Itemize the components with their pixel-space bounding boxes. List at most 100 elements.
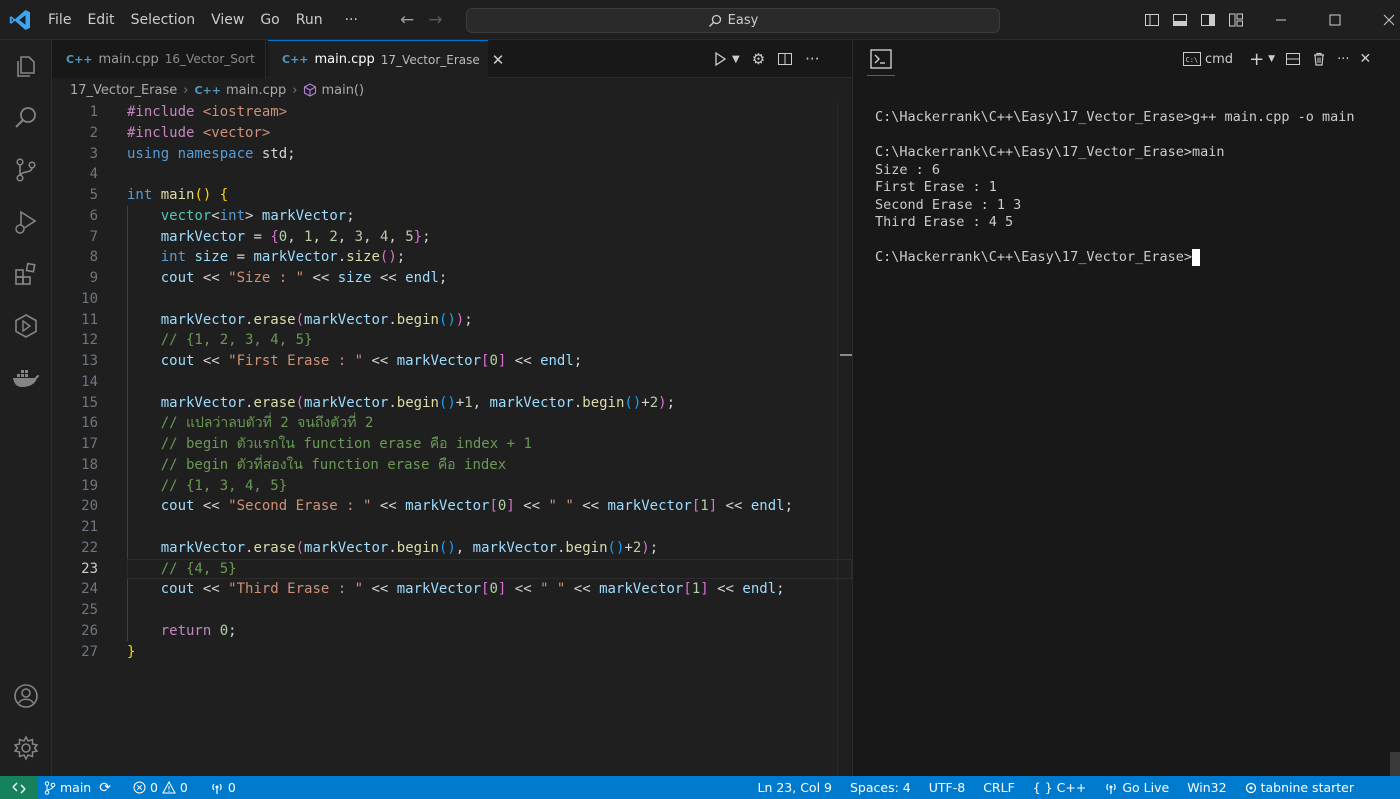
code-line[interactable]: } bbox=[127, 642, 837, 663]
code-line[interactable]: return 0; bbox=[127, 621, 837, 642]
code-line[interactable] bbox=[127, 164, 837, 185]
terminal-icon[interactable] bbox=[869, 47, 893, 71]
minimize-icon[interactable] bbox=[1254, 0, 1308, 40]
accounts-icon[interactable] bbox=[0, 672, 52, 720]
run-debug-icon[interactable] bbox=[0, 198, 52, 246]
terminal-line-text: C:\Hackerrank\C++\Easy\17_Vector_Erase> bbox=[875, 249, 1192, 265]
run-file-icon[interactable] bbox=[712, 51, 728, 67]
code-line[interactable]: // {4, 5} bbox=[127, 558, 852, 580]
menu-edit[interactable]: Edit bbox=[79, 0, 122, 40]
new-terminal-plus-icon[interactable]: + bbox=[1249, 49, 1264, 70]
terminal-dropdown-chevron-icon[interactable]: ▼ bbox=[1268, 54, 1275, 64]
code-line[interactable]: // begin ตัวแรกใน function erase คือ ind… bbox=[127, 434, 837, 455]
remote-explorer-icon[interactable] bbox=[0, 302, 52, 350]
explorer-icon[interactable] bbox=[0, 42, 52, 90]
menu-selection[interactable]: Selection bbox=[123, 0, 204, 40]
code-token: markVector bbox=[160, 539, 246, 556]
settings-gear-icon[interactable]: ⚙ bbox=[752, 50, 765, 68]
end-of-line[interactable]: CRLF bbox=[983, 780, 1015, 795]
code-line[interactable]: cout << "First Erase : " << markVector[0… bbox=[127, 351, 837, 372]
code-line[interactable] bbox=[127, 289, 837, 310]
toggle-panel-icon[interactable] bbox=[1166, 0, 1194, 40]
breadcrumb-symbol[interactable]: main() bbox=[321, 83, 364, 98]
code-token: 1 bbox=[464, 394, 473, 411]
menu-bar: File Edit Selection View Go Run ··· bbox=[40, 0, 366, 40]
code-line[interactable]: markVector = {0, 1, 2, 3, 4, 5}; bbox=[127, 227, 837, 248]
code-line[interactable]: // แปลว่าลบตัวที่ 2 จนถึงตัวที่ 2 bbox=[127, 413, 837, 434]
toggle-secondary-sidebar-icon[interactable] bbox=[1194, 0, 1222, 40]
cursor-position[interactable]: Ln 23, Col 9 bbox=[757, 780, 832, 795]
sync-icon[interactable]: ⟳ bbox=[99, 780, 111, 796]
search-sidebar-icon[interactable] bbox=[0, 94, 52, 142]
menu-run[interactable]: Run bbox=[288, 0, 331, 40]
close-window-icon[interactable] bbox=[1362, 0, 1400, 40]
forward-arrow-icon[interactable]: → bbox=[428, 10, 442, 30]
code-line[interactable]: int main() { bbox=[127, 185, 837, 206]
code-line[interactable]: cout << "Size : " << size << endl; bbox=[127, 268, 837, 289]
menu-more[interactable]: ··· bbox=[337, 0, 366, 40]
tabnine-status[interactable]: tabnine starter bbox=[1245, 780, 1354, 795]
chevron-down-icon[interactable]: ▼ bbox=[732, 54, 740, 65]
toggle-primary-sidebar-icon[interactable] bbox=[1138, 0, 1166, 40]
menu-view[interactable]: View bbox=[203, 0, 252, 40]
language-mode[interactable]: { } C++ bbox=[1033, 780, 1087, 795]
docker-icon[interactable] bbox=[0, 354, 52, 402]
problems-status[interactable]: 0 0 bbox=[133, 780, 188, 795]
code-line[interactable] bbox=[127, 517, 837, 538]
manage-gear-icon[interactable] bbox=[0, 724, 52, 772]
kill-terminal-trash-icon[interactable] bbox=[1311, 51, 1327, 67]
menu-file[interactable]: File bbox=[40, 0, 79, 40]
code-token: << bbox=[514, 498, 549, 515]
command-center-search[interactable]: Easy bbox=[466, 8, 1000, 33]
menu-go[interactable]: Go bbox=[252, 0, 287, 40]
line-number: 15 bbox=[81, 394, 98, 411]
code-line[interactable] bbox=[127, 372, 837, 393]
split-terminal-icon[interactable] bbox=[1285, 51, 1301, 67]
customize-layout-icon[interactable] bbox=[1222, 0, 1250, 40]
code-line[interactable] bbox=[127, 600, 837, 621]
terminal-scrollbar[interactable] bbox=[1390, 752, 1400, 776]
ports-status[interactable]: 0 bbox=[210, 780, 236, 795]
source-control-icon[interactable] bbox=[0, 146, 52, 194]
terminal-more-icon[interactable]: ··· bbox=[1337, 52, 1349, 67]
code-line[interactable]: vector<int> markVector; bbox=[127, 206, 837, 227]
terminal-output[interactable]: C:\Hackerrank\C++\Easy\17_Vector_Erase>g… bbox=[875, 109, 1395, 267]
tab-main-cpp-vector-erase[interactable]: C++ main.cpp 17_Vector_Erase ✕ bbox=[268, 40, 504, 78]
code-line[interactable]: markVector.erase(markVector.begin()+1, m… bbox=[127, 393, 837, 414]
code-line[interactable]: cout << "Second Erase : " << markVector[… bbox=[127, 496, 837, 517]
code-line[interactable]: markVector.erase(markVector.begin(), mar… bbox=[127, 538, 837, 559]
code-line[interactable]: cout << "Third Erase : " << markVector[0… bbox=[127, 579, 837, 600]
code-line[interactable]: // begin ตัวที่สองใน function erase คือ … bbox=[127, 455, 837, 476]
indentation[interactable]: Spaces: 4 bbox=[850, 780, 911, 795]
tab-label: main.cpp bbox=[314, 52, 375, 67]
platform[interactable]: Win32 bbox=[1187, 780, 1226, 795]
error-icon bbox=[133, 781, 146, 794]
code-line[interactable]: #include <iostream> bbox=[127, 102, 837, 123]
go-live-button[interactable]: Go Live bbox=[1104, 780, 1169, 795]
tab-main-cpp-vector-sort[interactable]: C++ main.cpp 16_Vector_Sort bbox=[52, 40, 266, 78]
editor-scrollbar[interactable] bbox=[837, 102, 852, 776]
back-arrow-icon[interactable]: ← bbox=[400, 10, 414, 30]
maximize-icon[interactable] bbox=[1308, 0, 1362, 40]
code-token: << bbox=[717, 498, 751, 515]
code-line[interactable]: // {1, 3, 4, 5} bbox=[127, 476, 837, 497]
code-line[interactable]: #include <vector> bbox=[127, 123, 837, 144]
git-branch-status[interactable]: main ⟳ bbox=[44, 780, 111, 796]
code-token: ) bbox=[641, 539, 650, 556]
search-label: Easy bbox=[727, 13, 759, 28]
breadcrumb-file[interactable]: main.cpp bbox=[226, 83, 286, 98]
split-editor-icon[interactable] bbox=[777, 51, 793, 67]
terminal-shell-label[interactable]: cmd bbox=[1205, 52, 1233, 67]
close-terminal-icon[interactable]: ✕ bbox=[1360, 51, 1372, 67]
code-line[interactable]: int size = markVector.size(); bbox=[127, 247, 837, 268]
code-line[interactable]: using namespace std; bbox=[127, 144, 837, 165]
code-editor[interactable]: 1 2 3 4 5 6 7 8 9 10 11 12 13 14 15 16 17 18 19 20 21 22 23 24 2… bbox=[52, 102, 852, 776]
code-line[interactable]: markVector.erase(markVector.begin()); bbox=[127, 310, 837, 331]
file-encoding[interactable]: UTF-8 bbox=[929, 780, 965, 795]
remote-indicator-icon[interactable] bbox=[0, 776, 38, 799]
close-tab-icon[interactable]: ✕ bbox=[492, 51, 505, 69]
more-actions-icon[interactable]: ··· bbox=[805, 50, 819, 68]
breadcrumb-folder[interactable]: 17_Vector_Erase bbox=[70, 83, 177, 98]
code-line[interactable]: // {1, 2, 3, 4, 5} bbox=[127, 330, 837, 351]
extensions-icon[interactable] bbox=[0, 250, 52, 298]
